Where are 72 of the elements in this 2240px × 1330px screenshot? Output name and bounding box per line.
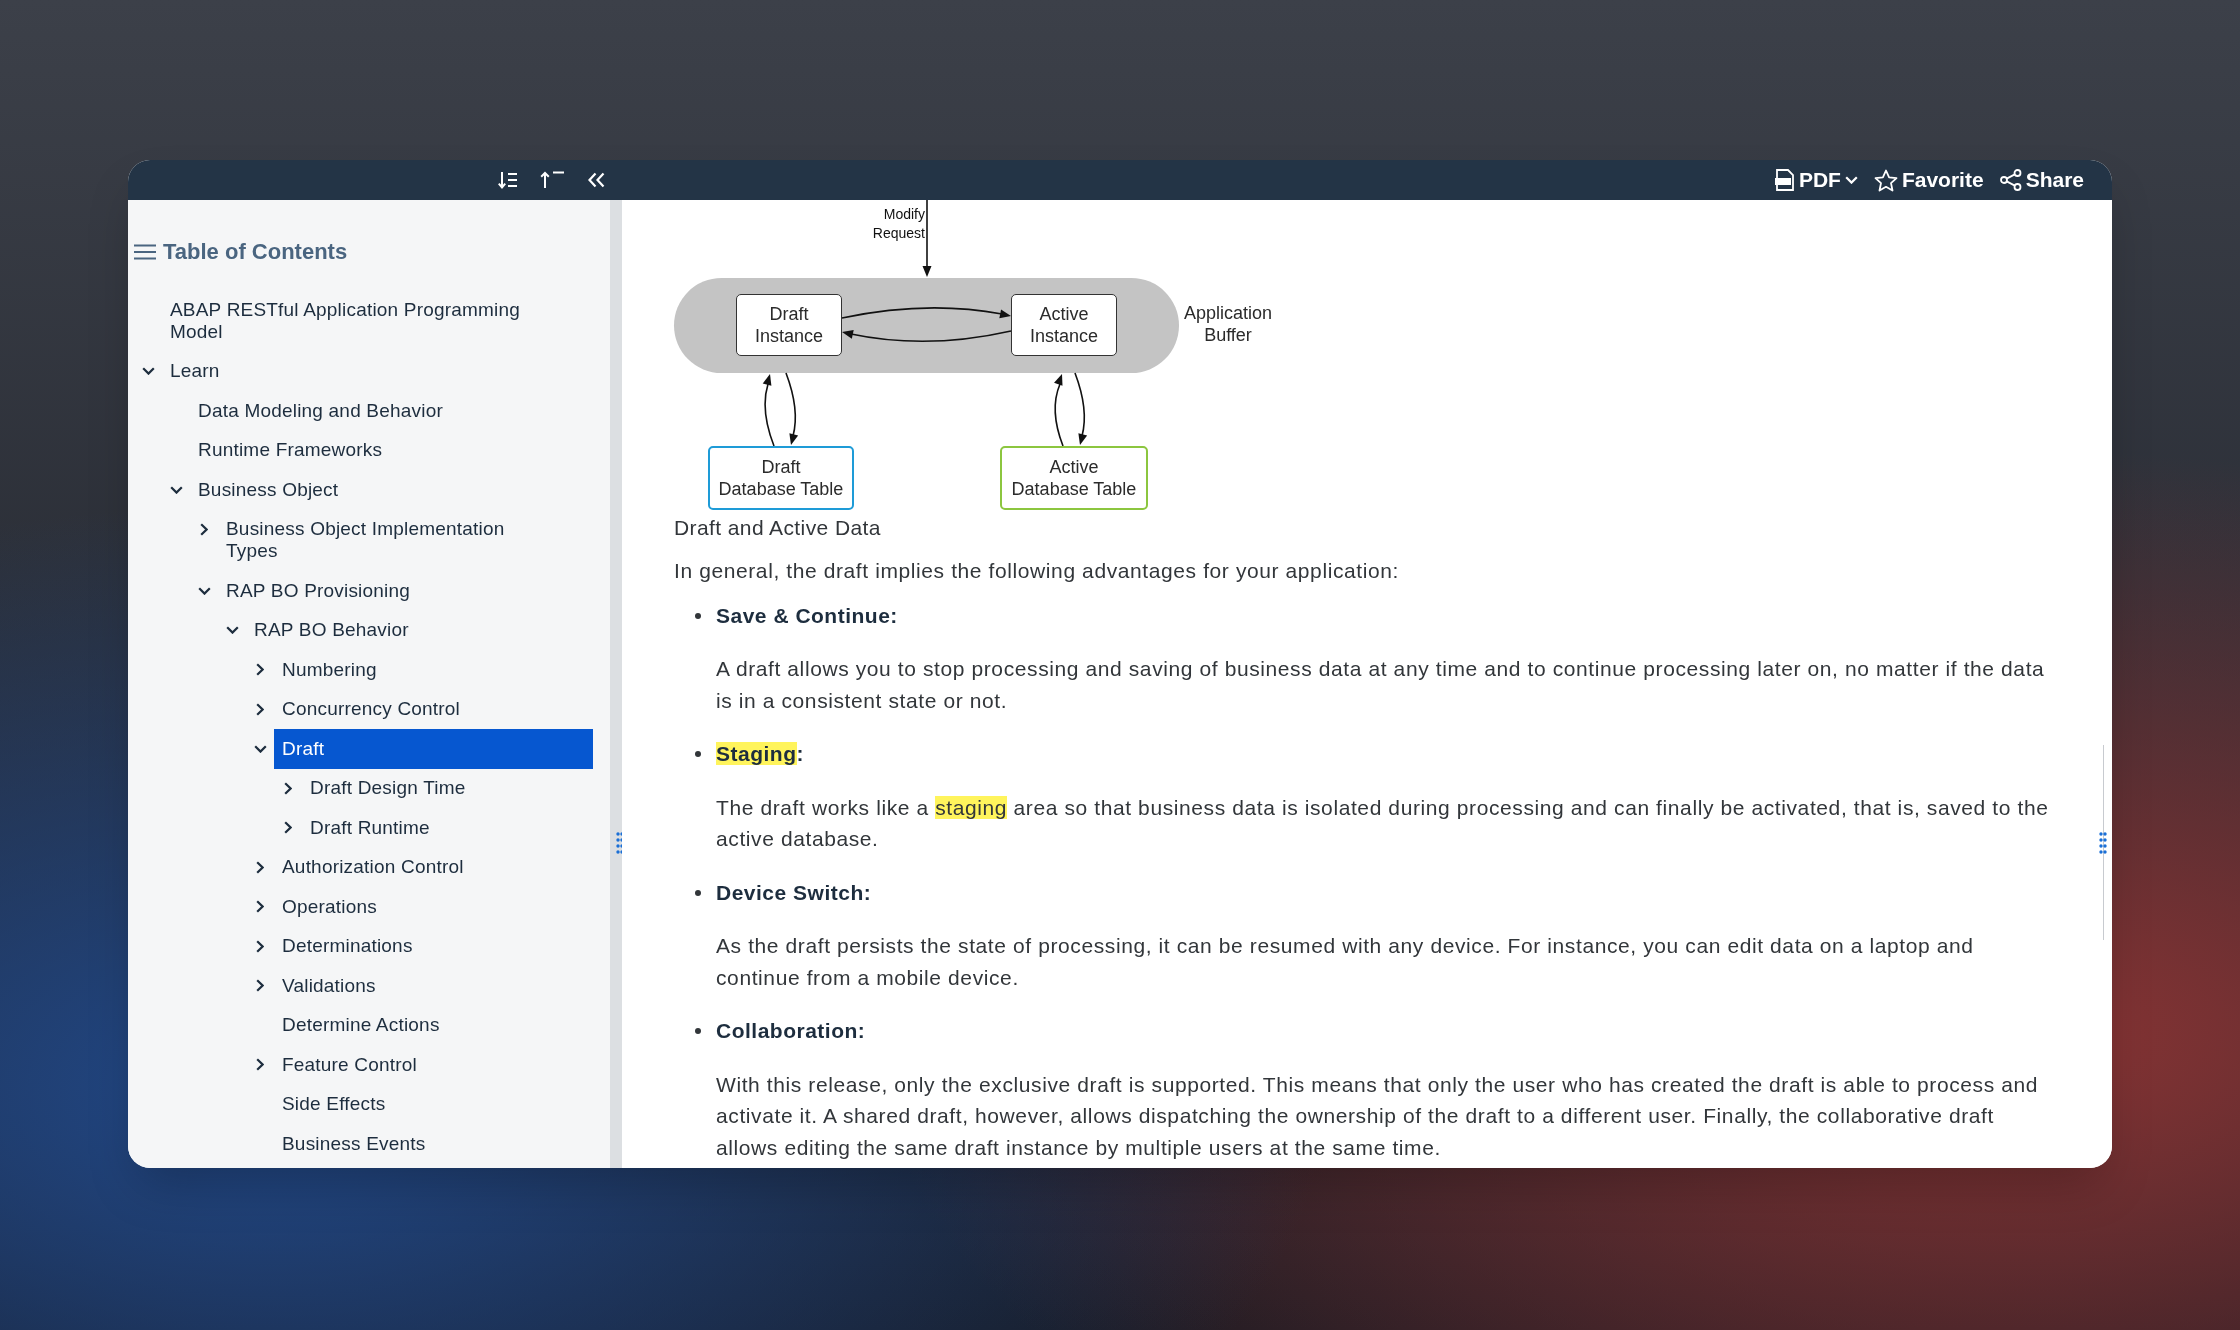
bullet-icon xyxy=(695,751,701,757)
arrow-down-lines-icon xyxy=(498,171,518,189)
intro-text: In general, the draft implies the following advantages for your application: xyxy=(674,558,1400,584)
toc-item[interactable]: Determinations xyxy=(274,926,593,966)
chevron-down-icon[interactable] xyxy=(197,586,211,595)
toc-item[interactable]: Validations xyxy=(274,966,593,1006)
double-chevron-left-icon xyxy=(586,172,606,188)
toc-item[interactable]: Side Effects xyxy=(274,1084,593,1124)
sort-button[interactable] xyxy=(498,171,518,189)
toc-item[interactable]: RAP BO Provisioning xyxy=(218,571,593,611)
database-table-node: Draft Database Table xyxy=(708,446,854,510)
document-icon xyxy=(1774,169,1795,191)
buffer-label: Application Buffer xyxy=(1182,302,1274,346)
toc-item[interactable]: Concurrency Control xyxy=(274,689,593,729)
toc-item[interactable]: Operations xyxy=(274,887,593,927)
toc-item[interactable]: RAP BO Behavior xyxy=(246,610,593,650)
hide-sidebar-button[interactable] xyxy=(586,172,606,188)
toc-item[interactable]: Draft xyxy=(274,729,593,769)
chevron-right-icon[interactable] xyxy=(284,781,292,795)
toc-item[interactable]: Runtime Frameworks xyxy=(190,430,593,470)
advantage-text: The draft works like a staging area so that business data is isolated during processing and can finally be activated, that is, saved to the active database. xyxy=(716,794,2050,852)
toc-item[interactable]: Data Modeling and Behavior xyxy=(190,391,593,431)
pdf-button[interactable]: PDF xyxy=(1774,167,1858,193)
share-icon xyxy=(1999,169,2022,191)
chevron-right-icon[interactable] xyxy=(256,979,264,993)
chevron-right-icon[interactable] xyxy=(200,522,208,536)
chevron-right-icon[interactable] xyxy=(256,1058,264,1072)
bullet-icon xyxy=(695,889,701,896)
chevron-down-icon[interactable] xyxy=(141,367,155,376)
chevron-right-icon[interactable] xyxy=(256,663,264,677)
advantage-text: As the draft persists the state of processing, it can be resumed with any device. For instance, you can edit data on a laptop and continue from a mobile device. xyxy=(716,933,1975,991)
toc-item[interactable]: Learn xyxy=(162,351,593,391)
advantage-title: Device Switch: xyxy=(716,879,872,906)
toc-item[interactable]: Authorization Control xyxy=(274,847,593,887)
toc-item[interactable]: Business Object xyxy=(190,470,593,510)
toc-item[interactable]: Determine Actions xyxy=(274,1005,593,1045)
bullet-icon xyxy=(695,612,701,619)
toc-item[interactable]: Feature Control xyxy=(274,1045,593,1085)
advantage-title: Collaboration: xyxy=(716,1018,866,1044)
share-button[interactable]: Share xyxy=(1999,167,2084,193)
toc-item[interactable]: Draft Runtime xyxy=(302,808,593,848)
grip-icon[interactable] xyxy=(2099,832,2107,854)
chevron-down-icon[interactable] xyxy=(253,744,267,753)
advantage-title: Staging: xyxy=(716,741,804,767)
bullet-icon xyxy=(695,1028,701,1034)
scroll-up-button[interactable] xyxy=(539,171,565,189)
instance-node: Active Instance xyxy=(1011,294,1117,356)
chevron-right-icon[interactable] xyxy=(256,939,264,953)
chevron-down-icon[interactable] xyxy=(225,626,239,635)
advantage-text: With this release, only the exclusive draft is supported. This means that only the user who has created the draft is able to process and activate it. A shared draft, however, allows dispatching the ownership of the draft to a different user. Finally, the collaborative draft allows editing the same draft instance by multiple users at the same time. xyxy=(716,1071,2040,1161)
chevron-right-icon[interactable] xyxy=(256,702,264,716)
toc-item[interactable]: ABAP RESTful Application Programming Model xyxy=(162,290,593,352)
toc-item[interactable]: Business Events xyxy=(274,1124,593,1164)
toc-title: Table of Contents xyxy=(163,240,348,264)
chevron-right-icon[interactable] xyxy=(284,821,292,835)
database-table-node: Active Database Table xyxy=(1000,446,1148,510)
toc-item[interactable]: Numbering xyxy=(274,650,593,690)
toc-item[interactable]: Draft Design Time xyxy=(302,768,593,808)
menu-icon[interactable] xyxy=(134,244,156,260)
instance-node: Draft Instance xyxy=(736,294,842,356)
chevron-down-icon[interactable] xyxy=(169,485,183,494)
advantage-text: A draft allows you to stop processing and saving of business data at any time and to continue processing later on, no matter if the data is in a consistent state or not. xyxy=(716,656,2046,714)
favorite-button[interactable]: Favorite xyxy=(1873,167,1984,193)
advantage-title: Save & Continue: xyxy=(716,602,898,629)
chevron-right-icon[interactable] xyxy=(256,860,264,874)
arrow-up-bar-icon xyxy=(539,171,565,189)
chevron-down-icon xyxy=(1844,176,1858,184)
request-label: Modify Request xyxy=(871,205,925,243)
toc-item[interactable]: Business Object Implementation Types xyxy=(218,509,593,571)
chevron-right-icon[interactable] xyxy=(256,900,264,914)
grip-icon[interactable] xyxy=(616,832,624,854)
figure-caption: Draft and Active Data xyxy=(674,515,881,541)
